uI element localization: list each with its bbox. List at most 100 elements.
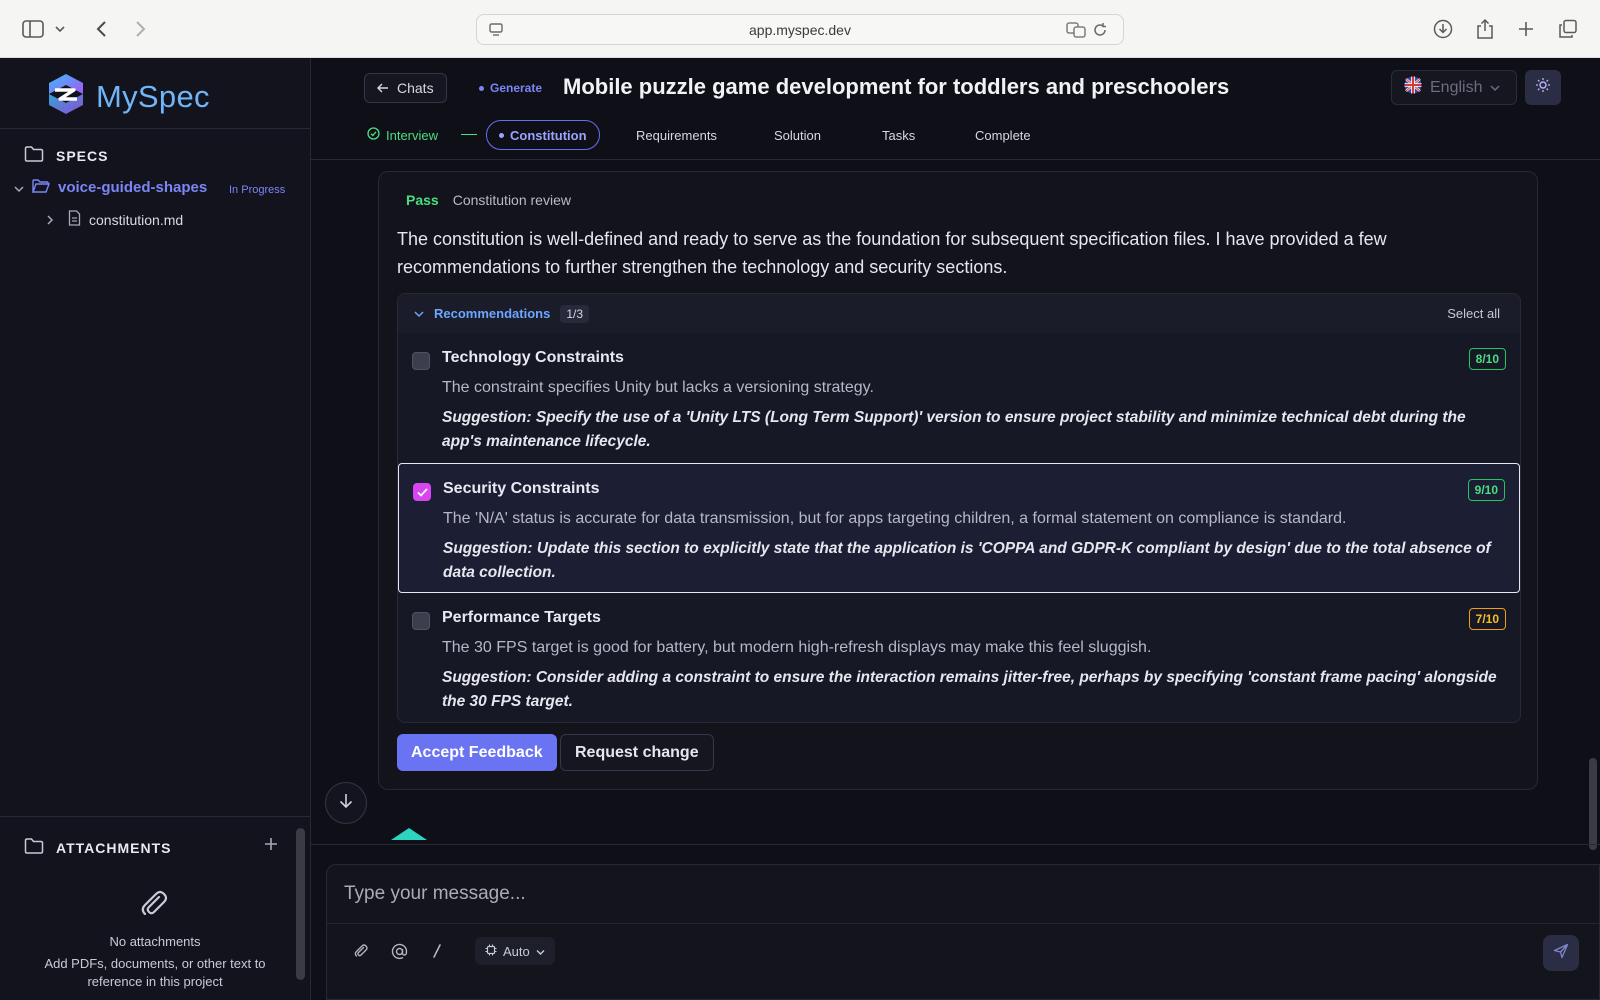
download-icon[interactable] [1430,16,1456,42]
myspec-logo-icon [46,72,86,121]
score-badge: 9/10 [1467,479,1505,501]
model-select[interactable]: Auto [475,937,555,965]
step-requirements[interactable]: Requirements [636,120,717,150]
sidebar-scrollbar[interactable] [296,828,305,980]
chevron-down-icon[interactable] [52,16,68,42]
sidebar: MySpec SPECS voice-guided-shapes In Prog… [0,58,311,1000]
message-input[interactable] [327,865,1599,923]
chat-scrollbar[interactable] [1589,758,1597,850]
select-all-button[interactable]: Select all [1447,306,1500,321]
status-dot [479,85,484,91]
composer-inner-divider [327,923,1599,924]
step-connector [461,134,477,135]
check-circle-icon [367,127,380,143]
message-composer: Auto [326,864,1600,1000]
recommendation-description: The 'N/A' status is accurate for data tr… [443,510,1347,527]
specs-section-header: SPECS [24,146,108,165]
composer-divider [311,844,1600,845]
recommendation-title: Performance Targets [442,609,601,626]
sidebar-divider [0,128,311,129]
step-tasks[interactable]: Tasks [882,120,915,150]
review-summary: The constitution is well-defined and rea… [397,229,1387,277]
sun-icon [1535,77,1551,98]
translate-icon[interactable] [1063,17,1089,43]
recommendation-suggestion: Suggestion: Update this section to expli… [443,540,1491,581]
review-header: Pass Constitution review [406,192,571,208]
arrow-down-icon [339,793,353,814]
attach-file-icon[interactable] [349,939,373,963]
reload-icon[interactable] [1087,17,1113,43]
recommendation-item[interactable]: Technology Constraints 8/10 The constrai… [398,333,1520,463]
send-icon [1553,943,1569,964]
sidebar-toggle-icon[interactable] [20,16,46,42]
empty-hint: Add PDFs, documents, or other text to re… [44,956,266,989]
chevron-down-icon[interactable] [14,180,24,196]
sidebar-divider [0,816,311,817]
step-label: Constitution [510,127,587,143]
check-icon [416,485,428,500]
theme-toggle-button[interactable] [1525,70,1561,105]
chevron-right-icon[interactable] [46,212,54,228]
chevron-down-icon [1490,79,1501,97]
step-constitution[interactable]: Constitution [486,120,600,150]
folder-icon [24,838,44,857]
folder-icon [24,146,44,165]
recommendation-description: The constraint specifies Unity but lacks… [442,379,874,396]
forward-arrow-icon[interactable] [128,16,154,42]
score-badge: 8/10 [1468,348,1506,370]
request-change-button[interactable]: Request change [560,734,714,771]
add-attachment-icon[interactable] [264,834,278,857]
step-label: Requirements [636,127,717,143]
recommendation-suggestion: Suggestion: Consider adding a constraint… [442,669,1497,710]
generate-mode-tag[interactable]: Generate [479,81,542,95]
cpu-icon [485,944,497,959]
main-panel: Chats Generate Mobile puzzle game develo… [311,58,1600,1000]
file-tree-item[interactable]: constitution.md [46,210,183,229]
score-badge: 7/10 [1468,608,1506,630]
recommendation-checkbox[interactable] [412,612,430,630]
recommendation-item[interactable]: Performance Targets 7/10 The 30 FPS targ… [398,593,1520,722]
recommendation-checkbox-checked[interactable] [413,483,431,501]
empty-title: No attachments [109,934,201,949]
project-status-badge: In Progress [229,184,286,196]
recommendations-title: Recommendations [434,306,551,321]
step-label: Complete [975,127,1031,143]
new-tab-icon[interactable] [1513,16,1539,42]
specs-heading: SPECS [56,147,109,164]
recommendation-suggestion: Suggestion: Specify the use of a 'Unity … [442,409,1466,450]
project-tree-item[interactable]: voice-guided-shapes [14,179,207,196]
constitution-review-card: Pass Constitution review The constitutio… [378,171,1538,790]
send-button[interactable] [1543,935,1579,971]
url-text: app.myspec.dev [749,22,851,38]
review-status-badge: Pass [406,192,439,208]
slash-command-icon[interactable] [425,939,449,963]
mode-label: Generate [490,81,543,95]
language-select[interactable]: English [1391,70,1517,105]
model-label: Auto [503,943,530,959]
back-to-chats-button[interactable]: Chats [364,73,447,103]
browser-toolbar: app.myspec.dev [0,0,1600,58]
tab-overview-icon[interactable] [1555,16,1581,42]
uk-flag-icon [1404,76,1422,99]
recommendations-header[interactable]: Recommendations 1/3 Select all [398,294,1520,333]
app-logo[interactable]: MySpec [46,72,210,121]
arrow-left-icon [377,80,389,96]
project-name: voice-guided-shapes [58,179,208,196]
back-label: Chats [397,80,434,96]
step-solution[interactable]: Solution [774,120,821,150]
share-icon[interactable] [1472,16,1498,42]
recommendation-checkbox[interactable] [412,352,430,370]
back-arrow-icon[interactable] [88,16,114,42]
top-bar: Chats Generate Mobile puzzle game develo… [311,58,1600,160]
scroll-to-bottom-button[interactable] [325,782,367,824]
step-interview[interactable]: Interview [367,120,438,150]
accept-feedback-button[interactable]: Accept Feedback [397,734,557,771]
recommendations-count: 1/3 [560,304,589,323]
recommendation-item-selected[interactable]: Security Constraints 9/10 The 'N/A' stat… [398,463,1520,593]
mention-icon[interactable] [387,939,411,963]
address-bar[interactable]: app.myspec.dev [476,14,1124,45]
chevron-down-icon[interactable] [414,306,424,321]
step-label: Tasks [882,127,916,143]
review-label: Constitution review [452,192,571,208]
step-complete[interactable]: Complete [975,120,1031,150]
